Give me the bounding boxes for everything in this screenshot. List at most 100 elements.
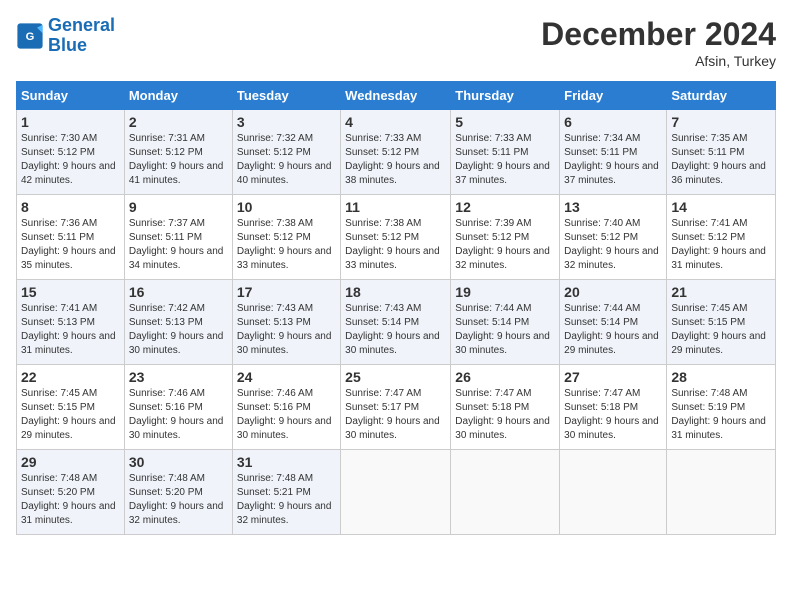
table-row: 7 Sunrise: 7:35 AMSunset: 5:11 PMDayligh… — [667, 110, 776, 195]
day-number: 12 — [455, 199, 555, 215]
day-number: 28 — [671, 369, 771, 385]
table-row: 11 Sunrise: 7:38 AMSunset: 5:12 PMDaylig… — [341, 195, 451, 280]
calendar-row: 29 Sunrise: 7:48 AMSunset: 5:20 PMDaylig… — [17, 450, 776, 535]
day-number: 21 — [671, 284, 771, 300]
day-number: 8 — [21, 199, 120, 215]
table-row: 22 Sunrise: 7:45 AMSunset: 5:15 PMDaylig… — [17, 365, 125, 450]
table-row: 1 Sunrise: 7:30 AMSunset: 5:12 PMDayligh… — [17, 110, 125, 195]
day-number: 7 — [671, 114, 771, 130]
table-row: 13 Sunrise: 7:40 AMSunset: 5:12 PMDaylig… — [560, 195, 667, 280]
col-sunday: Sunday — [17, 82, 125, 110]
day-number: 24 — [237, 369, 336, 385]
table-row — [667, 450, 776, 535]
day-number: 2 — [129, 114, 228, 130]
day-info: Sunrise: 7:41 AMSunset: 5:13 PMDaylight:… — [21, 303, 116, 356]
table-row — [560, 450, 667, 535]
day-info: Sunrise: 7:32 AMSunset: 5:12 PMDaylight:… — [237, 133, 332, 186]
table-row: 21 Sunrise: 7:45 AMSunset: 5:15 PMDaylig… — [667, 280, 776, 365]
svg-text:G: G — [26, 31, 35, 43]
day-info: Sunrise: 7:41 AMSunset: 5:12 PMDaylight:… — [671, 218, 766, 271]
table-row: 27 Sunrise: 7:47 AMSunset: 5:18 PMDaylig… — [560, 365, 667, 450]
day-info: Sunrise: 7:34 AMSunset: 5:11 PMDaylight:… — [564, 133, 659, 186]
table-row: 5 Sunrise: 7:33 AMSunset: 5:11 PMDayligh… — [451, 110, 560, 195]
day-number: 15 — [21, 284, 120, 300]
table-row: 18 Sunrise: 7:43 AMSunset: 5:14 PMDaylig… — [341, 280, 451, 365]
day-info: Sunrise: 7:44 AMSunset: 5:14 PMDaylight:… — [564, 303, 659, 356]
table-row: 8 Sunrise: 7:36 AMSunset: 5:11 PMDayligh… — [17, 195, 125, 280]
day-info: Sunrise: 7:47 AMSunset: 5:17 PMDaylight:… — [345, 388, 440, 441]
col-saturday: Saturday — [667, 82, 776, 110]
day-number: 6 — [564, 114, 662, 130]
day-info: Sunrise: 7:48 AMSunset: 5:20 PMDaylight:… — [129, 473, 224, 526]
table-row: 28 Sunrise: 7:48 AMSunset: 5:19 PMDaylig… — [667, 365, 776, 450]
day-number: 4 — [345, 114, 446, 130]
table-row — [451, 450, 560, 535]
table-row: 23 Sunrise: 7:46 AMSunset: 5:16 PMDaylig… — [124, 365, 232, 450]
logo-icon: G — [16, 22, 44, 50]
day-number: 25 — [345, 369, 446, 385]
table-row: 24 Sunrise: 7:46 AMSunset: 5:16 PMDaylig… — [232, 365, 340, 450]
day-info: Sunrise: 7:47 AMSunset: 5:18 PMDaylight:… — [564, 388, 659, 441]
table-row: 9 Sunrise: 7:37 AMSunset: 5:11 PMDayligh… — [124, 195, 232, 280]
day-info: Sunrise: 7:30 AMSunset: 5:12 PMDaylight:… — [21, 133, 116, 186]
day-info: Sunrise: 7:36 AMSunset: 5:11 PMDaylight:… — [21, 218, 116, 271]
table-row: 30 Sunrise: 7:48 AMSunset: 5:20 PMDaylig… — [124, 450, 232, 535]
table-row: 15 Sunrise: 7:41 AMSunset: 5:13 PMDaylig… — [17, 280, 125, 365]
day-number: 17 — [237, 284, 336, 300]
table-row: 19 Sunrise: 7:44 AMSunset: 5:14 PMDaylig… — [451, 280, 560, 365]
day-number: 22 — [21, 369, 120, 385]
calendar-row: 15 Sunrise: 7:41 AMSunset: 5:13 PMDaylig… — [17, 280, 776, 365]
day-number: 14 — [671, 199, 771, 215]
day-info: Sunrise: 7:45 AMSunset: 5:15 PMDaylight:… — [671, 303, 766, 356]
table-row: 20 Sunrise: 7:44 AMSunset: 5:14 PMDaylig… — [560, 280, 667, 365]
day-info: Sunrise: 7:44 AMSunset: 5:14 PMDaylight:… — [455, 303, 550, 356]
day-info: Sunrise: 7:43 AMSunset: 5:14 PMDaylight:… — [345, 303, 440, 356]
page-header: G General Blue December 2024 Afsin, Turk… — [16, 16, 776, 69]
day-info: Sunrise: 7:33 AMSunset: 5:11 PMDaylight:… — [455, 133, 550, 186]
day-info: Sunrise: 7:48 AMSunset: 5:21 PMDaylight:… — [237, 473, 332, 526]
calendar-table: Sunday Monday Tuesday Wednesday Thursday… — [16, 81, 776, 535]
table-row: 10 Sunrise: 7:38 AMSunset: 5:12 PMDaylig… — [232, 195, 340, 280]
day-number: 1 — [21, 114, 120, 130]
col-friday: Friday — [560, 82, 667, 110]
logo-line2: Blue — [48, 35, 87, 55]
day-info: Sunrise: 7:33 AMSunset: 5:12 PMDaylight:… — [345, 133, 440, 186]
day-number: 13 — [564, 199, 662, 215]
day-info: Sunrise: 7:35 AMSunset: 5:11 PMDaylight:… — [671, 133, 766, 186]
table-row: 25 Sunrise: 7:47 AMSunset: 5:17 PMDaylig… — [341, 365, 451, 450]
day-number: 20 — [564, 284, 662, 300]
table-row: 16 Sunrise: 7:42 AMSunset: 5:13 PMDaylig… — [124, 280, 232, 365]
logo-text: General Blue — [48, 16, 115, 56]
table-row: 14 Sunrise: 7:41 AMSunset: 5:12 PMDaylig… — [667, 195, 776, 280]
day-number: 9 — [129, 199, 228, 215]
table-row: 12 Sunrise: 7:39 AMSunset: 5:12 PMDaylig… — [451, 195, 560, 280]
day-info: Sunrise: 7:40 AMSunset: 5:12 PMDaylight:… — [564, 218, 659, 271]
day-info: Sunrise: 7:37 AMSunset: 5:11 PMDaylight:… — [129, 218, 224, 271]
table-row: 29 Sunrise: 7:48 AMSunset: 5:20 PMDaylig… — [17, 450, 125, 535]
day-info: Sunrise: 7:38 AMSunset: 5:12 PMDaylight:… — [237, 218, 332, 271]
day-info: Sunrise: 7:38 AMSunset: 5:12 PMDaylight:… — [345, 218, 440, 271]
day-number: 23 — [129, 369, 228, 385]
day-number: 5 — [455, 114, 555, 130]
day-info: Sunrise: 7:39 AMSunset: 5:12 PMDaylight:… — [455, 218, 550, 271]
title-block: December 2024 Afsin, Turkey — [541, 16, 776, 69]
location: Afsin, Turkey — [541, 53, 776, 69]
day-number: 11 — [345, 199, 446, 215]
day-number: 18 — [345, 284, 446, 300]
col-thursday: Thursday — [451, 82, 560, 110]
table-row — [341, 450, 451, 535]
day-number: 30 — [129, 454, 228, 470]
table-row: 3 Sunrise: 7:32 AMSunset: 5:12 PMDayligh… — [232, 110, 340, 195]
logo-line1: General — [48, 15, 115, 35]
day-number: 26 — [455, 369, 555, 385]
day-info: Sunrise: 7:43 AMSunset: 5:13 PMDaylight:… — [237, 303, 332, 356]
day-number: 10 — [237, 199, 336, 215]
logo: G General Blue — [16, 16, 115, 56]
table-row: 26 Sunrise: 7:47 AMSunset: 5:18 PMDaylig… — [451, 365, 560, 450]
day-info: Sunrise: 7:48 AMSunset: 5:20 PMDaylight:… — [21, 473, 116, 526]
table-row: 17 Sunrise: 7:43 AMSunset: 5:13 PMDaylig… — [232, 280, 340, 365]
col-monday: Monday — [124, 82, 232, 110]
col-tuesday: Tuesday — [232, 82, 340, 110]
day-info: Sunrise: 7:46 AMSunset: 5:16 PMDaylight:… — [237, 388, 332, 441]
table-row: 6 Sunrise: 7:34 AMSunset: 5:11 PMDayligh… — [560, 110, 667, 195]
